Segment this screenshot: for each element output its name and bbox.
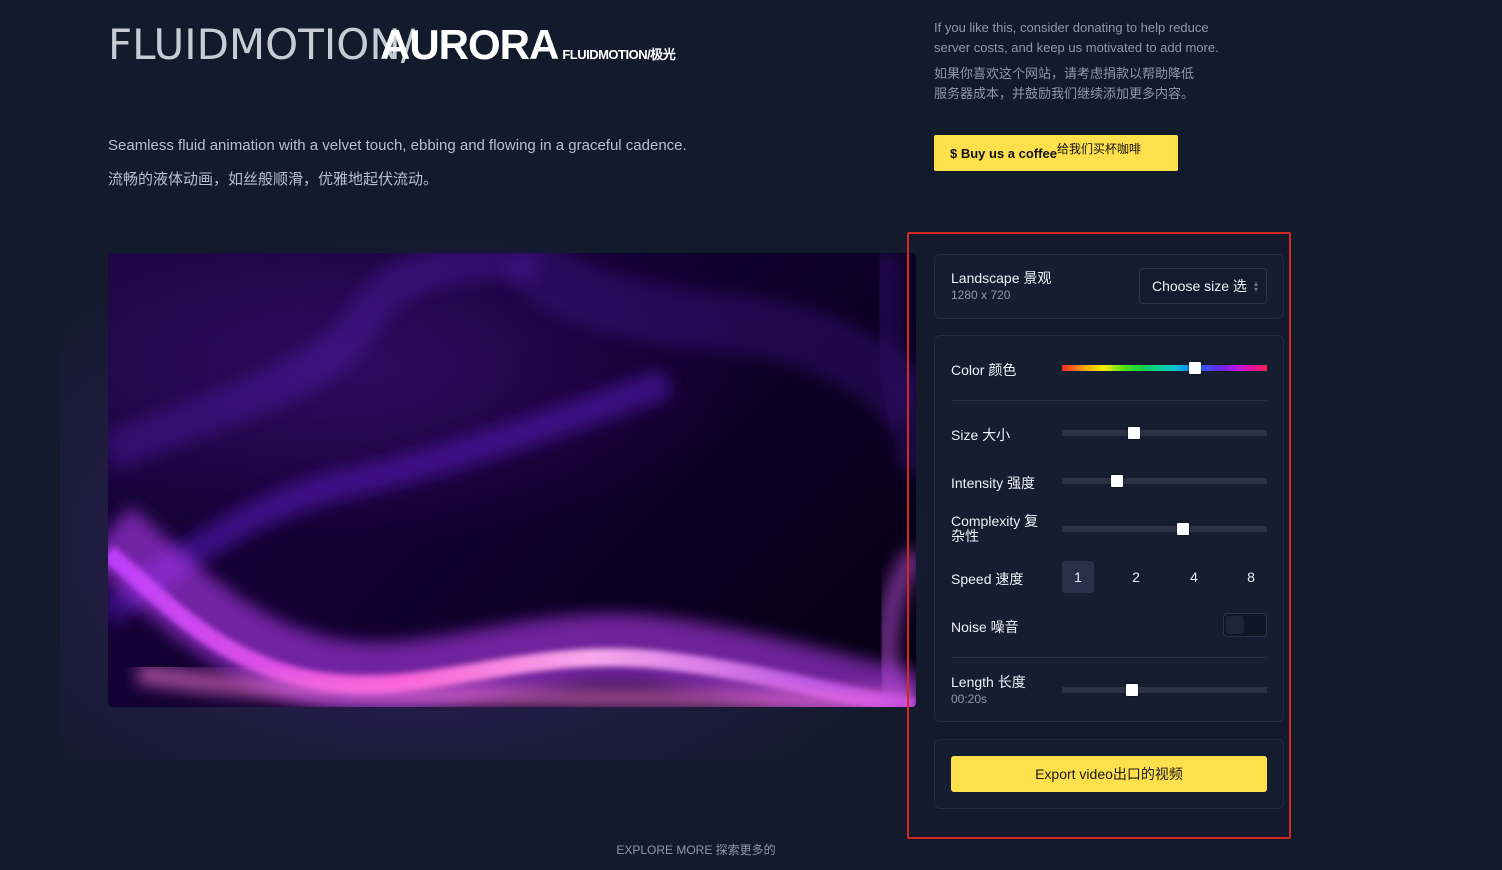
speed-option-8[interactable]: 8 xyxy=(1235,561,1267,593)
noise-toggle-knob xyxy=(1226,616,1244,634)
buy-coffee-label: $ Buy us a coffee xyxy=(950,145,1057,161)
buy-coffee-label-zh: 给我们买杯咖啡 xyxy=(1056,141,1141,156)
donate-text-en-1: If you like this, consider donating to h… xyxy=(934,20,1209,35)
buy-coffee-button[interactable]: $ Buy us a coffee 给我们买杯咖啡 xyxy=(934,135,1178,171)
aurora-ribbons xyxy=(108,253,916,707)
complexity-label-line2: 杂性 xyxy=(951,528,979,544)
orientation-label: Landscape 景观 xyxy=(951,270,1052,286)
chevron-updown-icon: ▴ ▾ xyxy=(1253,279,1258,294)
size-label: Size 大小 xyxy=(951,427,1011,443)
noise-toggle[interactable] xyxy=(1223,613,1267,637)
export-video-button[interactable]: Export video出口的视频 xyxy=(951,756,1267,792)
donate-text-zh-1: 如果你喜欢这个网站，请考虑捐款以帮助降低 xyxy=(934,66,1195,81)
complexity-slider-thumb[interactable] xyxy=(1176,523,1189,535)
complexity-label-line1: Complexity 复 xyxy=(951,513,1039,529)
length-label: Length 长度 xyxy=(951,674,1026,690)
title-light-text: FLUIDMOTION/ xyxy=(108,20,415,69)
size-slider[interactable] xyxy=(1062,427,1267,439)
description-zh: 流畅的液体动画，如丝般顺滑，优雅地起伏流动。 xyxy=(108,171,439,188)
length-slider-thumb[interactable] xyxy=(1125,684,1138,696)
page-title: FLUIDMOTION/ AURORA FLUIDMOTION/极光 xyxy=(108,20,676,69)
intensity-slider[interactable] xyxy=(1062,475,1267,487)
title-bold-text: AURORA xyxy=(380,21,559,68)
page: FLUIDMOTION/ AURORA FLUIDMOTION/极光 Seaml… xyxy=(0,0,1502,870)
size-select[interactable]: Choose size 选 ▴ ▾ xyxy=(1139,268,1267,304)
donate-text-zh-2: 服务器成本，并鼓励我们继续添加更多内容。 xyxy=(934,86,1195,101)
color-hue-slider[interactable] xyxy=(1062,362,1267,374)
title-subtitle: FLUIDMOTION/极光 xyxy=(562,47,676,62)
speed-label: Speed 速度 xyxy=(951,571,1024,587)
divider xyxy=(951,657,1267,658)
donate-message: If you like this, consider donating to h… xyxy=(934,18,1264,104)
color-slider-thumb[interactable] xyxy=(1189,362,1202,374)
description-en: Seamless fluid animation with a velvet t… xyxy=(108,137,687,154)
complexity-label: Complexity 复 杂性 xyxy=(951,514,1038,544)
complexity-slider[interactable] xyxy=(1062,523,1267,535)
size-select-value: Choose size 选 xyxy=(1152,278,1247,294)
explore-more-link[interactable]: EXPLORE MORE 探索更多的 xyxy=(0,841,1392,858)
speed-option-2[interactable]: 2 xyxy=(1120,561,1152,593)
intensity-label: Intensity 强度 xyxy=(951,475,1036,491)
donate-text-en-2: server costs, and keep us motivated to a… xyxy=(934,40,1219,55)
divider xyxy=(951,400,1267,401)
intensity-slider-thumb[interactable] xyxy=(1111,475,1124,487)
length-value: 00:20s xyxy=(951,692,988,706)
aurora-preview-canvas[interactable] xyxy=(108,253,916,707)
dimensions-label: 1280 x 720 xyxy=(951,288,1011,302)
noise-label: Noise 噪音 xyxy=(951,619,1019,635)
color-label: Color 颜色 xyxy=(951,362,1017,378)
length-slider[interactable] xyxy=(1062,684,1267,696)
speed-option-1[interactable]: 1 xyxy=(1062,561,1094,593)
size-slider-thumb[interactable] xyxy=(1127,427,1140,439)
speed-option-4[interactable]: 4 xyxy=(1178,561,1210,593)
